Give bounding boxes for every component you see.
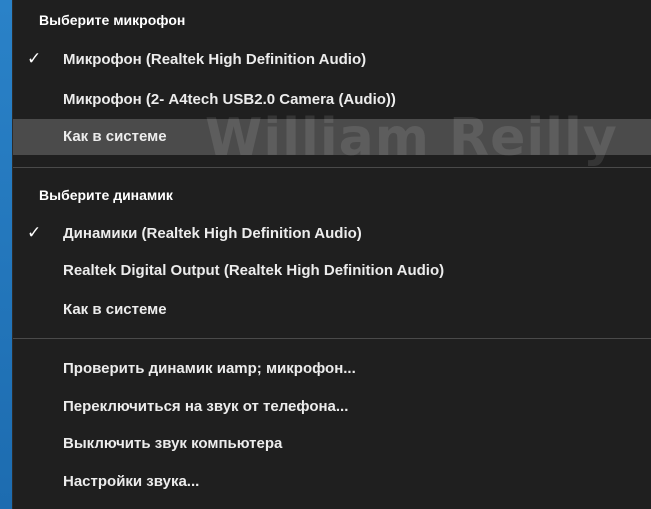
desktop-background bbox=[0, 0, 12, 509]
menu-item-speaker-realtek[interactable]: ✓ Динамики (Realtek High Definition Audi… bbox=[13, 216, 651, 252]
menu-item-label: Настройки звука... bbox=[63, 473, 200, 490]
menu-item-mic-system-default[interactable]: Как в системе bbox=[13, 119, 651, 155]
checkmark-icon: ✓ bbox=[27, 49, 42, 69]
menu-item-label: Микрофон (Realtek High Definition Audio) bbox=[63, 51, 367, 68]
menu-item-audio-settings[interactable]: Настройки звука... bbox=[13, 464, 651, 500]
menu-item-mic-realtek[interactable]: ✓ Микрофон (Realtek High Definition Audi… bbox=[13, 42, 651, 78]
menu-item-mic-a4tech[interactable]: Микрофон (2- A4tech USB2.0 Camera (Audio… bbox=[13, 82, 651, 118]
menu-separator bbox=[13, 167, 651, 168]
menu-item-leave-computer-audio[interactable]: Выключить звук компьютера bbox=[13, 426, 651, 462]
menu-item-label: Динамики (Realtek High Definition Audio) bbox=[63, 225, 362, 242]
menu-separator bbox=[13, 338, 651, 339]
menu-item-test-speaker-mic[interactable]: Проверить динамик иamp; микрофон... bbox=[13, 351, 651, 387]
menu-item-label: Проверить динамик иamp; микрофон... bbox=[63, 360, 356, 377]
menu-item-label: Как в системе bbox=[63, 301, 167, 318]
microphone-section-header: Выберите микрофон bbox=[39, 12, 186, 28]
menu-item-switch-to-phone-audio[interactable]: Переключиться на звук от телефона... bbox=[13, 389, 651, 425]
audio-context-menu: Выберите микрофон ✓ Микрофон (Realtek Hi… bbox=[12, 0, 651, 509]
menu-item-speaker-system-default[interactable]: Как в системе bbox=[13, 292, 651, 328]
menu-item-speaker-digital-output[interactable]: Realtek Digital Output (Realtek High Def… bbox=[13, 253, 651, 289]
menu-item-label: Переключиться на звук от телефона... bbox=[63, 398, 349, 415]
speaker-section-header: Выберите динамик bbox=[39, 187, 173, 203]
checkmark-icon: ✓ bbox=[27, 223, 42, 243]
menu-item-label: Как в системе bbox=[63, 128, 167, 145]
menu-item-label: Realtek Digital Output (Realtek High Def… bbox=[63, 262, 445, 279]
menu-item-label: Микрофон (2- A4tech USB2.0 Camera (Audio… bbox=[63, 91, 396, 108]
menu-item-label: Выключить звук компьютера bbox=[63, 435, 283, 452]
